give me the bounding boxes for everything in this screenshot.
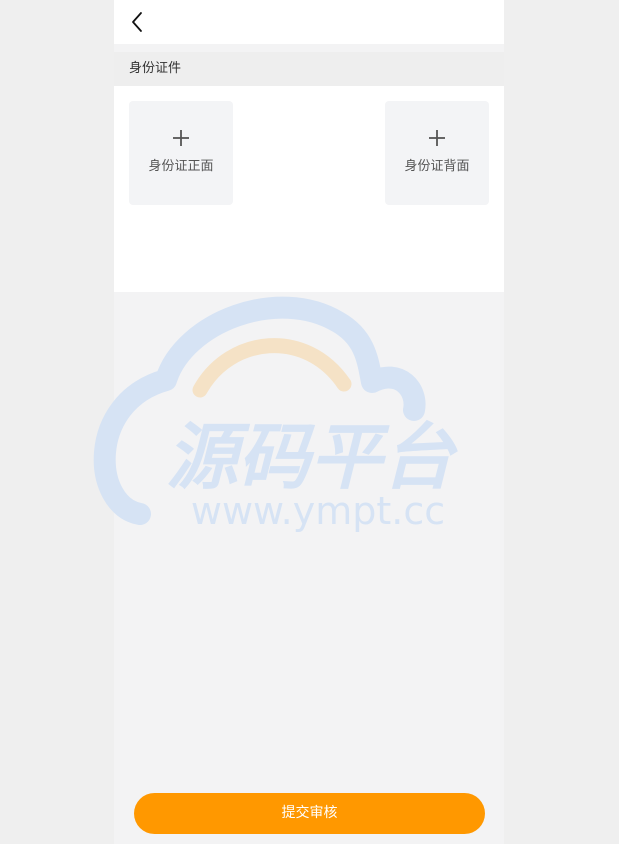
watermark-brand-text: 源码平台 bbox=[166, 415, 458, 499]
chevron-left-icon bbox=[132, 12, 142, 32]
plus-icon bbox=[429, 130, 445, 146]
submit-review-button[interactable]: 提交审核 bbox=[134, 793, 485, 834]
watermark-url-text: www.ympt.cc bbox=[191, 489, 445, 533]
id-back-label: 身份证背面 bbox=[404, 159, 470, 174]
section-title: 身份证件 bbox=[129, 61, 182, 76]
id-upload-card: 身份证正面 身份证背面 bbox=[114, 86, 504, 292]
id-front-upload-button[interactable]: 身份证正面 bbox=[129, 101, 233, 205]
watermark-logo: 源码平台 www.ympt.cc bbox=[93, 296, 458, 533]
section-header: 身份证件 bbox=[114, 52, 504, 86]
id-back-upload-button[interactable]: 身份证背面 bbox=[385, 101, 489, 205]
watermark-arc-shape bbox=[192, 338, 352, 398]
id-front-label: 身份证正面 bbox=[148, 159, 214, 174]
back-button[interactable] bbox=[124, 8, 152, 36]
top-navigation-bar bbox=[114, 0, 504, 44]
plus-icon bbox=[173, 130, 189, 146]
